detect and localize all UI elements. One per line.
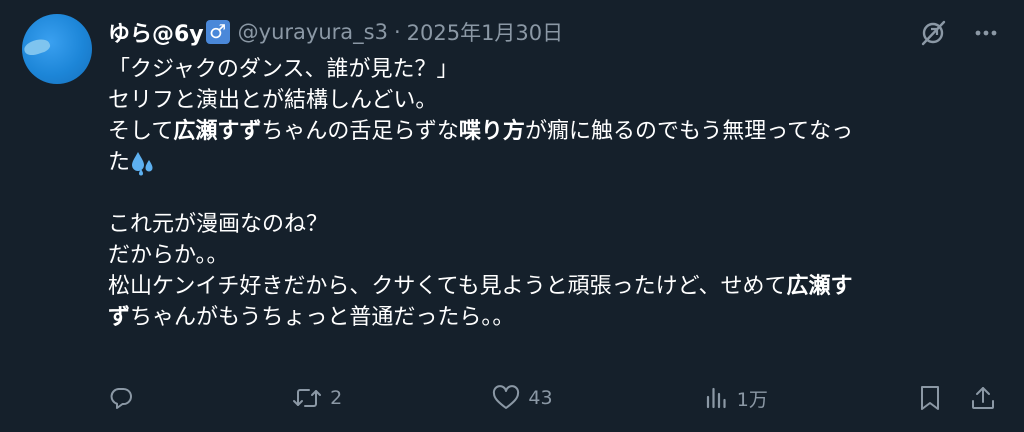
views-icon (703, 385, 729, 411)
display-name[interactable]: ゆら@6y (108, 16, 204, 48)
views-button[interactable]: 1万 (703, 385, 768, 412)
bookmark-icon (918, 385, 942, 411)
text-line: 「クジャクのダンス、誰が見た？」 (108, 57, 459, 82)
separator-dot: · (393, 20, 401, 44)
bookmark-button[interactable] (918, 385, 942, 411)
avatar-creature (22, 36, 52, 58)
grok-icon[interactable] (918, 18, 948, 48)
tweet-date[interactable]: 2025年1月30日 (407, 17, 564, 47)
text-line: 松山ケンイチ好きだから、クサくても見ようと頑張ったけど、せめて広瀬す (108, 271, 998, 302)
tweet-text: 「クジャクのダンス、誰が見た？」 セリフと演出とが結構しんどい。 そして広瀬すず… (108, 54, 998, 333)
repost-button[interactable]: 2 (292, 385, 342, 411)
text-line: そして広瀬すずちゃんの舌足らずな喋り方が癇に触るのでもう無理ってなっ (108, 116, 998, 147)
bold-text: 喋り方 (458, 119, 525, 144)
text-line: ずちゃんがもうちょっと普通だったら。。 (108, 302, 998, 333)
reply-icon (108, 385, 134, 411)
bold-text: 広瀬すず (173, 119, 262, 144)
text-line: これ元が漫画なのね？ (108, 212, 329, 237)
header-actions (918, 18, 1000, 48)
reply-button[interactable] (108, 385, 142, 411)
share-icon (970, 385, 996, 411)
text-span: ちゃんの舌足らずな (261, 119, 459, 144)
sweat-droplets-emoji (130, 150, 156, 176)
bold-text: 広瀬す (786, 274, 853, 299)
avatar[interactable] (22, 14, 92, 84)
views-count: 1万 (736, 388, 768, 411)
repost-icon (292, 385, 322, 411)
text-line: た (108, 147, 998, 178)
text-span: た (108, 150, 131, 175)
tweet-card[interactable]: ゆら@6y ♂ @yurayura_s3 · 2025年1月30日 「クジャクの… (0, 0, 1024, 432)
text-span: が癇に触るのでもう無理ってなっ (524, 119, 854, 144)
tweet-actions: 2 43 1万 (108, 380, 996, 416)
share-button[interactable] (970, 385, 996, 411)
user-handle[interactable]: @yurayura_s3 (238, 20, 388, 44)
secondary-actions (918, 385, 996, 411)
repost-count: 2 (330, 387, 343, 409)
heart-icon (492, 385, 520, 411)
tweet-header: ゆら@6y ♂ @yurayura_s3 · 2025年1月30日 (108, 16, 563, 48)
text-span: 松山ケンイチ好きだから、クサくても見ようと頑張ったけど、せめて (108, 274, 787, 299)
text-line: セリフと演出とが結構しんどい。 (108, 88, 438, 113)
text-span: そして (108, 119, 174, 144)
text-line: だからか。。 (108, 243, 229, 268)
text-span: ちゃんがもうちょっと普通だったら。。 (130, 305, 515, 330)
male-sign-emoji: ♂ (205, 20, 230, 44)
bold-text: ず (108, 305, 131, 330)
more-icon[interactable] (972, 19, 1000, 47)
like-count: 43 (528, 387, 553, 409)
like-button[interactable]: 43 (492, 385, 553, 411)
